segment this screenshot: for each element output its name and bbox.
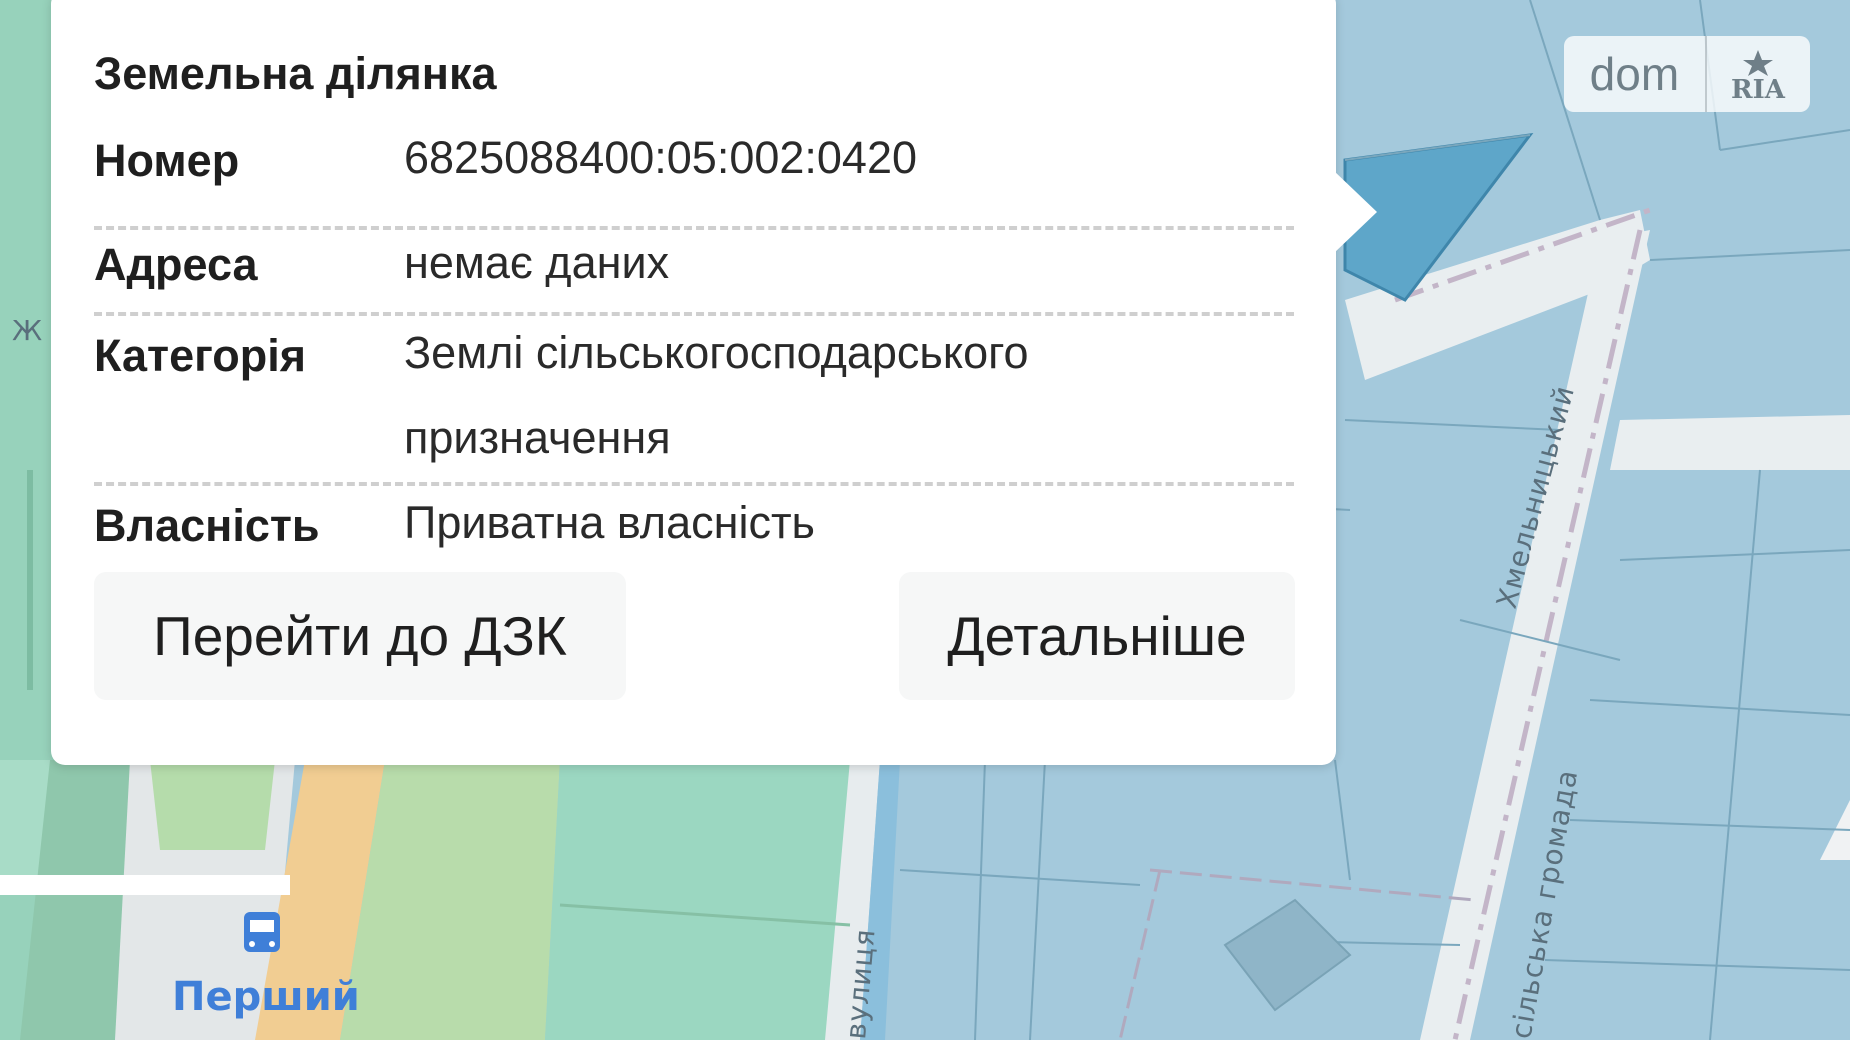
ria-star-icon: RIA (1731, 50, 1786, 102)
logo-ria-text: RIA (1731, 75, 1786, 102)
popup-pointer (1333, 170, 1377, 254)
park-area (150, 760, 275, 850)
map-view[interactable]: Перший Ж Хмельницький сільська громада в… (0, 0, 1850, 1040)
details-button[interactable]: Детальніше (899, 572, 1295, 700)
row-ownership-label: Власність (94, 500, 320, 551)
row-address-value: немає даних (404, 237, 670, 288)
row-number-label: Номер (94, 135, 240, 186)
map-edge-letter: Ж (12, 314, 43, 347)
domria-logo: dom RIA (1564, 36, 1810, 112)
land-parcel-popup: Земельна ділянка Номер 6825088400:05:002… (51, 0, 1336, 765)
row-number-value: 6825088400:05:002:0420 (404, 132, 918, 183)
popup-title: Земельна ділянка (94, 48, 497, 99)
road-right (1610, 415, 1850, 470)
row-category-value: Землі сільськогосподарського призначення (404, 327, 1029, 463)
row-address-label: Адреса (94, 239, 258, 290)
go-to-dzk-button[interactable]: Перейти до ДЗК (94, 572, 626, 700)
logo-dom-text: dom (1564, 36, 1705, 112)
row-category-label: Категорія (94, 330, 306, 381)
logo-ria: RIA (1704, 36, 1810, 112)
green-area-middle (545, 760, 870, 1040)
bus-stop-label[interactable]: Перший (172, 974, 360, 1020)
row-ownership-value: Приватна власність (404, 497, 815, 548)
bus-stop-icon[interactable] (244, 912, 280, 952)
